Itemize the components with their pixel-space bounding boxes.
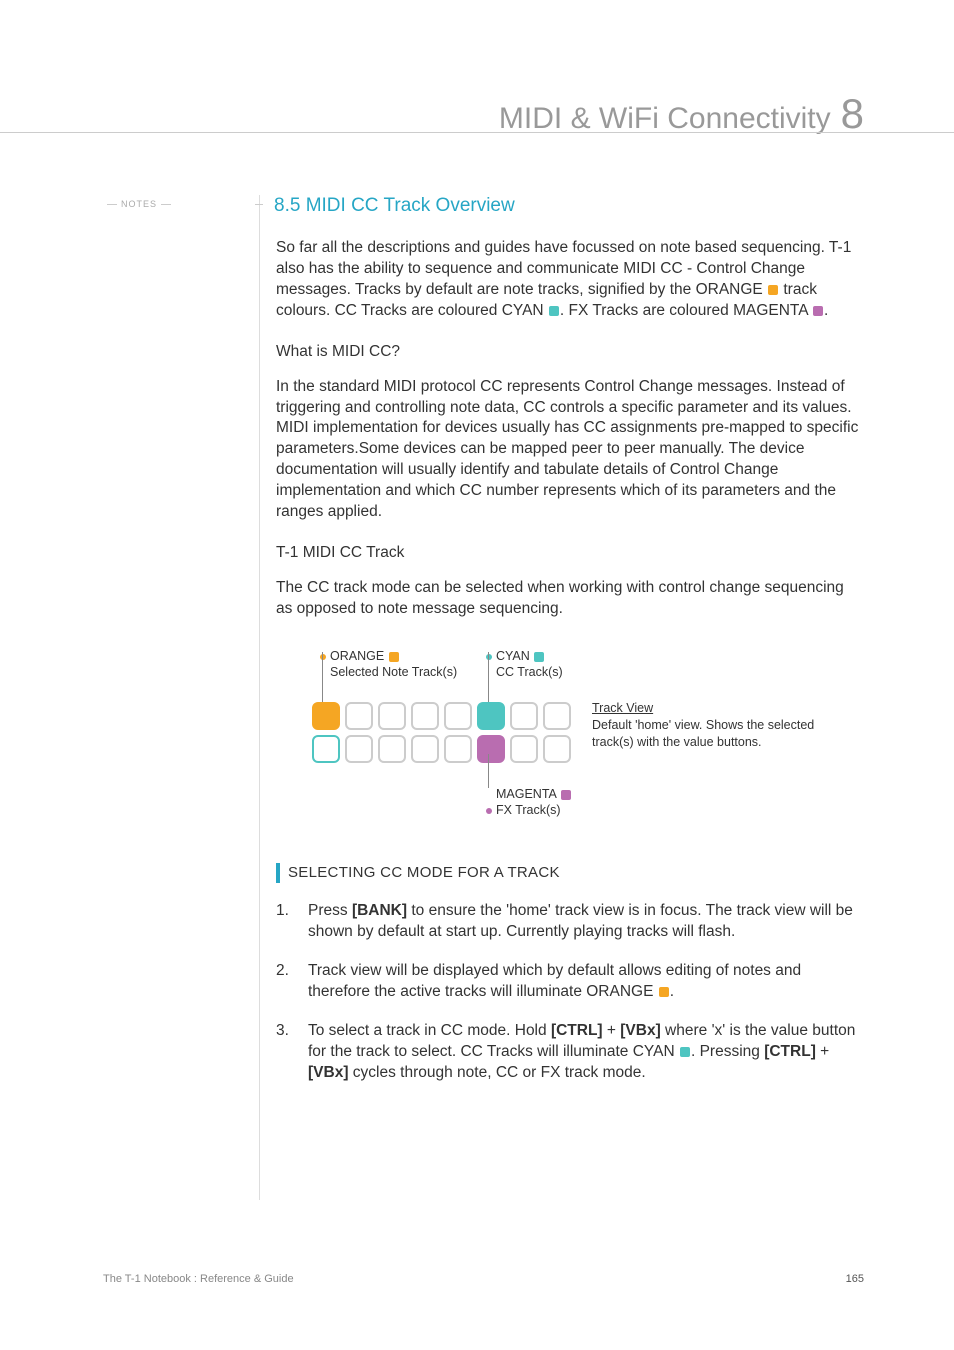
track-button: [543, 702, 571, 730]
cyan-swatch-icon: [549, 306, 559, 316]
magenta-dot-icon: [486, 808, 492, 814]
key-vbx: [VBx]: [308, 1064, 348, 1081]
side-note-title: Track View: [592, 701, 653, 715]
step-frag: +: [816, 1043, 829, 1060]
step-3: 3. To select a track in CC mode. Hold [C…: [276, 1021, 864, 1084]
step-number: 3.: [276, 1021, 294, 1084]
track-button: [411, 735, 439, 763]
orange-swatch-icon: [768, 285, 778, 295]
track-button: [510, 735, 538, 763]
track-button: [345, 735, 373, 763]
vertical-divider: [259, 195, 260, 1200]
intro-text-c: . FX Tracks are coloured MAGENTA: [560, 302, 812, 319]
notes-label: NOTES: [103, 199, 175, 209]
magenta-swatch-icon: [813, 306, 823, 316]
cyan-swatch-icon: [534, 652, 544, 662]
section-number: 8.5: [274, 195, 300, 216]
track-button: [411, 702, 439, 730]
track-button: [345, 702, 373, 730]
legend-cyan: CYAN CC Track(s): [486, 648, 563, 681]
track-diagram: ORANGE Selected Note Track(s) CYAN CC Tr…: [276, 648, 864, 828]
intro-text-a: So far all the descriptions and guides h…: [276, 239, 851, 298]
step-text: Track view will be displayed which by de…: [308, 961, 864, 1003]
diagram-side-note: Track View Default 'home' view. Shows th…: [592, 700, 852, 751]
track-button: [543, 735, 571, 763]
legend-orange-label: ORANGE: [330, 649, 384, 663]
track-button: [378, 735, 406, 763]
header-title: MIDI & WiFi Connectivity: [499, 102, 831, 136]
step-frag: . Pressing: [691, 1043, 764, 1060]
orange-swatch-icon: [659, 987, 669, 997]
cyan-dot-icon: [486, 654, 492, 660]
what-heading: What is MIDI CC?: [276, 342, 864, 363]
step-text: Press [BANK] to ensure the 'home' track …: [308, 901, 864, 943]
legend-cyan-sub: CC Track(s): [496, 664, 563, 680]
what-body: In the standard MIDI protocol CC represe…: [276, 377, 864, 523]
cyan-swatch-icon: [680, 1047, 690, 1057]
track-button: [312, 735, 340, 763]
page-number: 165: [846, 1273, 864, 1285]
header-rule: [0, 132, 954, 133]
legend-magenta-label: MAGENTA: [496, 787, 556, 801]
step-1: 1. Press [BANK] to ensure the 'home' tra…: [276, 901, 864, 943]
step-frag: .: [670, 983, 674, 1000]
key-ctrl: [CTRL]: [551, 1022, 603, 1039]
chapter-number: 8: [841, 90, 864, 138]
footer-title: The T-1 Notebook : Reference & Guide: [103, 1273, 294, 1285]
track-button: [444, 735, 472, 763]
procedure-heading: SELECTING CC MODE FOR A TRACK: [276, 863, 864, 883]
legend-magenta: MAGENTA FX Track(s): [486, 786, 572, 819]
track-button: [477, 702, 505, 730]
track-button: [378, 702, 406, 730]
orange-dot-icon: [320, 654, 326, 660]
legend-cyan-label: CYAN: [496, 649, 530, 663]
step-frag: cycles through note, CC or FX track mode…: [348, 1064, 645, 1081]
trackmode-body: The CC track mode can be selected when w…: [276, 578, 864, 620]
page-header: MIDI & WiFi Connectivity 8: [499, 90, 864, 138]
track-button: [312, 702, 340, 730]
legend-line-magenta: [488, 754, 489, 788]
intro-paragraph: So far all the descriptions and guides h…: [276, 238, 864, 322]
magenta-swatch-icon: [561, 790, 571, 800]
step-2: 2. Track view will be displayed which by…: [276, 961, 864, 1003]
step-frag: Press: [308, 902, 352, 919]
orange-swatch-icon: [389, 652, 399, 662]
track-button: [477, 735, 505, 763]
side-note-body: Default 'home' view. Shows the selected …: [592, 718, 814, 749]
track-button: [510, 702, 538, 730]
track-grid: [312, 702, 571, 763]
step-number: 1.: [276, 901, 294, 943]
intro-text-d: .: [824, 302, 828, 319]
legend-orange-sub: Selected Note Track(s): [330, 664, 457, 680]
step-number: 2.: [276, 961, 294, 1003]
section-title: 8.5 MIDI CC Track Overview: [274, 195, 515, 217]
step-frag: To select a track in CC mode. Hold: [308, 1022, 551, 1039]
legend-orange: ORANGE Selected Note Track(s): [320, 648, 457, 681]
key-ctrl: [CTRL]: [764, 1043, 816, 1060]
section-tick: [255, 204, 263, 205]
procedure-steps: 1. Press [BANK] to ensure the 'home' tra…: [276, 901, 864, 1083]
key-vbx: [VBx]: [620, 1022, 660, 1039]
track-button: [444, 702, 472, 730]
main-content: So far all the descriptions and guides h…: [276, 238, 864, 1102]
key-bank: [BANK]: [352, 902, 407, 919]
step-frag: +: [603, 1022, 621, 1039]
step-frag: Track view will be displayed which by de…: [308, 962, 801, 1000]
legend-magenta-sub: FX Track(s): [496, 803, 561, 817]
trackmode-heading: T-1 MIDI CC Track: [276, 543, 864, 564]
step-text: To select a track in CC mode. Hold [CTRL…: [308, 1021, 864, 1084]
section-name: MIDI CC Track Overview: [306, 195, 515, 216]
